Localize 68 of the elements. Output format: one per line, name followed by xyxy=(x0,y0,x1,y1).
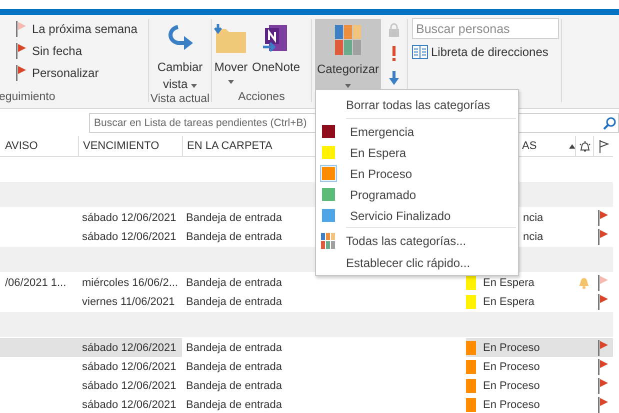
flag-icon[interactable] xyxy=(598,140,608,152)
table-cell: sábado 12/06/2021 xyxy=(82,230,176,242)
column-header[interactable]: AS xyxy=(522,140,537,152)
menu-item[interactable]: En Espera xyxy=(316,142,518,163)
menu-item[interactable]: Borrar todas las categorías xyxy=(316,93,518,117)
flag-icon[interactable] xyxy=(597,228,609,244)
table-cell: En Espera xyxy=(483,276,534,288)
search-icon xyxy=(603,116,616,130)
table-cell: miércoles 16/06/2... xyxy=(82,276,178,288)
table-cell: sábado 12/06/2021 xyxy=(82,380,176,392)
table-cell: En Espera xyxy=(483,296,534,308)
table-cell: viernes 11/06/2021 xyxy=(82,296,175,308)
menu-item[interactable]: Establecer clic rápido... xyxy=(316,251,518,275)
table-cell: Bandeja de entrada xyxy=(186,360,282,372)
flag-icon[interactable] xyxy=(597,378,609,394)
group-label: Vista actual xyxy=(149,93,211,107)
category-grid-icon xyxy=(321,232,335,248)
table-cell: sábado 12/06/2021 xyxy=(82,342,176,354)
table-cell: sábado 12/06/2021 xyxy=(82,212,176,224)
address-book-button[interactable]: Libreta de direcciones xyxy=(412,45,561,59)
menu-item[interactable]: En Proceso xyxy=(316,163,518,184)
lock-icon xyxy=(388,23,400,37)
table-cell: sábado 12/06/2021 xyxy=(82,398,176,410)
caret-icon xyxy=(228,80,234,84)
table-cell: En Proceso xyxy=(483,398,540,410)
table-cell: Bandeja de entrada xyxy=(186,296,282,308)
column-header[interactable]: EN LA CARPETA xyxy=(187,140,272,152)
flag-icon[interactable] xyxy=(597,210,609,226)
menu-item[interactable]: Emergencia xyxy=(316,121,518,142)
table-cell: En Proceso xyxy=(483,342,540,354)
followup-item[interactable]: Personalizar xyxy=(15,63,148,82)
caret-icon xyxy=(191,84,197,88)
categorize-button[interactable]: Categorizar xyxy=(315,19,381,90)
folder-icon xyxy=(214,23,248,55)
followup-item[interactable]: La próxima semana xyxy=(15,19,148,38)
table-cell: Bandeja de entrada xyxy=(186,212,282,224)
onenote-button[interactable]: OneNote xyxy=(250,19,302,91)
table-cell: Bandeja de entrada xyxy=(186,342,282,354)
exclamation-icon xyxy=(391,46,397,62)
flag-icon[interactable] xyxy=(597,358,609,374)
sort-ascending-icon xyxy=(568,144,575,148)
move-button[interactable]: Mover xyxy=(212,19,250,91)
column-header[interactable]: VENCIMIENTO xyxy=(83,140,160,152)
table-cell: Bandeja de entrada xyxy=(186,276,282,288)
down-arrow-icon xyxy=(389,71,399,85)
table-cell: ncia xyxy=(523,230,544,242)
table-cell: En Proceso xyxy=(483,380,540,392)
followup-item[interactable]: Sin fecha xyxy=(15,41,148,60)
menu-item[interactable]: Servicio Finalizado xyxy=(316,205,518,226)
book-icon xyxy=(412,45,428,59)
people-search-field[interactable]: Buscar personas xyxy=(412,18,559,39)
table-cell: En Proceso xyxy=(483,360,540,372)
flag-icon[interactable] xyxy=(597,274,609,290)
menu-item[interactable]: Todas las categorías... xyxy=(316,230,518,251)
bell-icon[interactable] xyxy=(578,140,590,152)
flag-icon[interactable] xyxy=(597,396,609,412)
table-cell: ncia xyxy=(523,212,544,224)
group-label: Acciones xyxy=(237,91,286,105)
table-cell: Bandeja de entrada xyxy=(186,398,282,410)
menu-item[interactable]: Programado xyxy=(316,184,518,205)
column-header[interactable]: AVISO xyxy=(5,140,38,152)
table-cell: /06/2021 1... xyxy=(5,276,66,288)
table-cell: sábado 12/06/2021 xyxy=(82,360,176,372)
change-view-button[interactable]: Cambiar vista xyxy=(149,19,211,93)
flag-icon[interactable] xyxy=(597,294,609,310)
table-cell: Bandeja de entrada xyxy=(186,380,282,392)
category-grid-icon xyxy=(335,25,361,55)
table-cell: Bandeja de entrada xyxy=(186,230,282,242)
